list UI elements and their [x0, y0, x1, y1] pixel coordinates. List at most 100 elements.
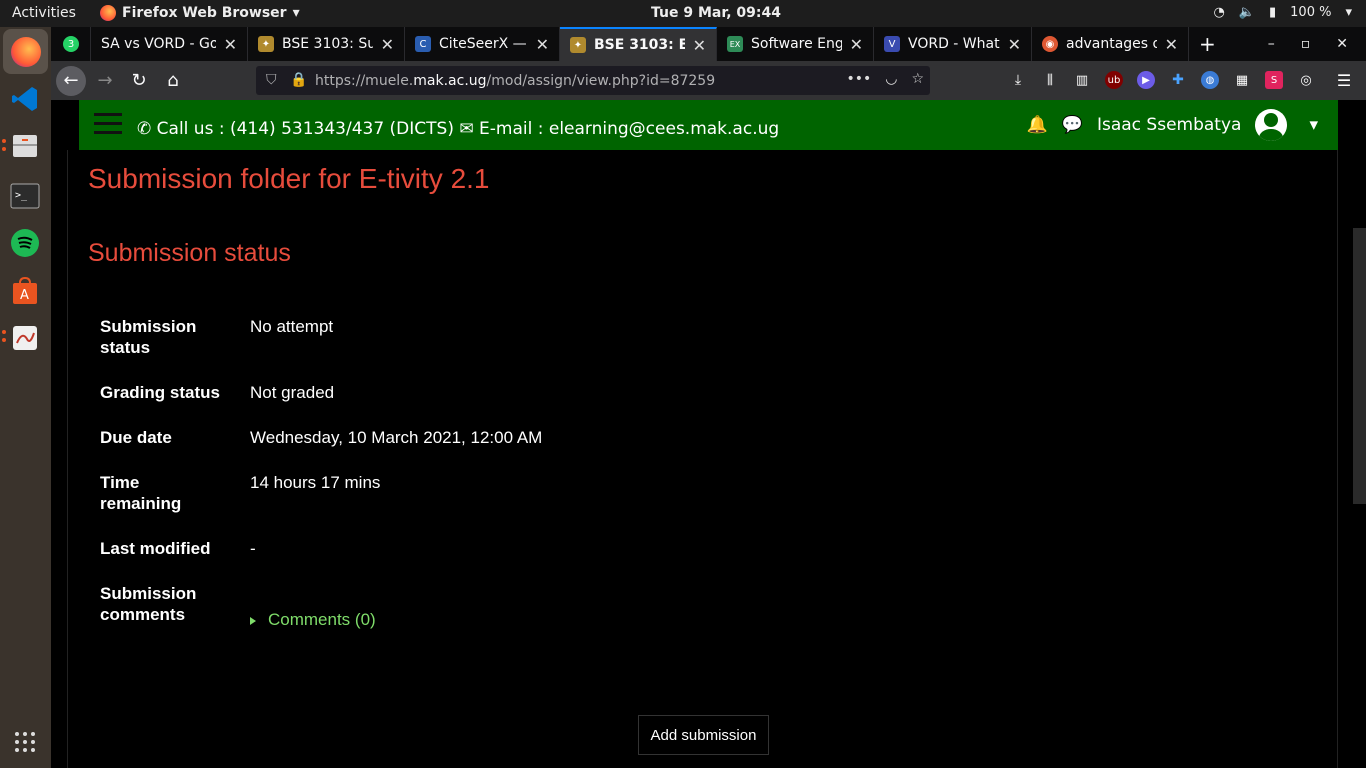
phone-label: Call us : (414) 531343/437 (DICTS): [156, 119, 454, 139]
zoom-extension-icon[interactable]: ▶: [1137, 71, 1155, 89]
firefox-icon: [100, 5, 116, 21]
close-icon[interactable]: ✕: [381, 35, 394, 54]
tab-strip: 3 SA vs VORD - Goo ✕ ✦ BSE 3103: Subm ✕ …: [51, 27, 1366, 61]
dock-terminal[interactable]: >_: [6, 177, 44, 215]
tab-title: advantages of: [1066, 36, 1157, 52]
hamburger-menu-button[interactable]: [94, 113, 122, 140]
tracking-shield-icon[interactable]: ⛉: [266, 72, 277, 88]
tab-title: VORD - What i: [908, 36, 1000, 52]
activities-button[interactable]: Activities: [12, 5, 76, 21]
tab-2[interactable]: C CiteSeerX — C ✕: [405, 27, 560, 61]
avatar[interactable]: [1255, 109, 1288, 141]
close-icon[interactable]: ✕: [1165, 35, 1178, 54]
terminal-icon: >_: [10, 183, 40, 209]
vord-site-icon: Ⅴ: [884, 36, 900, 52]
close-icon[interactable]: ✕: [536, 35, 549, 54]
forward-button[interactable]: →: [90, 66, 120, 96]
close-icon[interactable]: ✕: [224, 35, 237, 54]
window-controls: – ▫ ✕: [1268, 27, 1366, 61]
system-top-bar: Activities Firefox Web Browser ▾ Tue 9 M…: [0, 0, 1366, 27]
tab-3[interactable]: ✦ BSE 3103: E-ti ✕: [560, 27, 717, 61]
url-bar-actions: ••• ◡ ☆: [846, 71, 924, 87]
examples-site-icon: EX: [727, 36, 743, 52]
minimize-button[interactable]: –: [1268, 36, 1275, 52]
download-icon[interactable]: ⤓: [1009, 71, 1027, 89]
comments-link[interactable]: Comments (0): [250, 609, 750, 630]
close-icon[interactable]: ✕: [693, 36, 706, 55]
show-applications-button[interactable]: [6, 723, 44, 761]
system-tray[interactable]: ◔ 🔈 ▮ 100 % ▾: [1213, 5, 1352, 20]
sidebar-icon[interactable]: ▥: [1073, 71, 1091, 89]
menu-icon[interactable]: ☰: [1335, 71, 1353, 90]
tab-4[interactable]: EX Software Engin ✕: [717, 27, 874, 61]
add-submission-button[interactable]: Add submission: [638, 715, 769, 755]
email-label[interactable]: E-mail : elearning@cees.mak.ac.ug: [479, 119, 779, 139]
new-tab-button[interactable]: +: [1189, 27, 1229, 61]
tab-title: Software Engin: [751, 36, 842, 52]
user-name[interactable]: Isaac Ssembatya: [1097, 115, 1241, 135]
dock-vscode[interactable]: [6, 80, 44, 118]
page-title: Submission folder for E-tivity 2.1: [88, 163, 490, 194]
close-icon[interactable]: ✕: [850, 35, 863, 54]
lock-icon[interactable]: 🔒: [290, 72, 307, 88]
close-icon[interactable]: ✕: [1008, 35, 1021, 54]
row-label: Submission comments: [100, 584, 197, 624]
tab-6[interactable]: ◉ advantages of ✕: [1032, 27, 1189, 61]
bookmark-star-icon[interactable]: ☆: [911, 71, 924, 87]
row-label: Submission status: [100, 317, 197, 357]
main-content: Submission folder for E-tivity 2.1 Submi…: [67, 150, 1338, 768]
app-menu[interactable]: Firefox Web Browser ▾: [100, 5, 300, 21]
s-extension-icon[interactable]: S: [1265, 71, 1283, 89]
ublock-icon[interactable]: ub: [1105, 71, 1123, 89]
citeseerx-icon: C: [415, 36, 431, 52]
home-button[interactable]: ⌂: [158, 66, 188, 96]
tab-title: BSE 3103: E-ti: [594, 37, 685, 53]
row-label: Due date: [100, 428, 172, 447]
private-mask-icon[interactable]: ◎: [1297, 71, 1315, 89]
arrow-right-icon: →: [97, 70, 113, 91]
extension-puzzle-icon[interactable]: ✚: [1169, 71, 1187, 89]
toolbar-extensions: ⤓ ⫼ ▥ ub ▶ ✚ ◍ ▦ S ◎ ☰: [1009, 71, 1353, 90]
translate-icon[interactable]: ◍: [1201, 71, 1219, 89]
row-value: Not graded: [250, 383, 335, 402]
more-actions-icon[interactable]: •••: [846, 71, 871, 87]
dock-document-viewer[interactable]: [6, 319, 44, 357]
url-bar[interactable]: ⛉ 🔒 https://muele.mak.ac.ug/mod/assign/v…: [256, 66, 930, 95]
row-label: Last modified: [100, 539, 211, 558]
caret-down-icon[interactable]: ▾: [1309, 115, 1318, 135]
wifi-icon: ◔: [1213, 5, 1225, 20]
svg-text:>_: >_: [15, 190, 28, 201]
maximize-button[interactable]: ▫: [1301, 36, 1311, 52]
tab-1[interactable]: ✦ BSE 3103: Subm ✕: [248, 27, 405, 61]
chat-icon[interactable]: 💬: [1062, 115, 1083, 135]
close-window-button[interactable]: ✕: [1336, 36, 1348, 52]
bell-icon[interactable]: 🔔: [1027, 115, 1048, 135]
dock-firefox[interactable]: [3, 29, 48, 74]
vscode-icon: [12, 87, 37, 111]
reload-button[interactable]: ↻: [124, 66, 154, 96]
pocket-icon[interactable]: ◡: [885, 71, 897, 87]
dock-files[interactable]: [6, 127, 44, 165]
app-menu-label: Firefox Web Browser: [122, 5, 287, 21]
reload-icon: ↻: [131, 70, 147, 91]
back-button[interactable]: ←: [56, 65, 86, 96]
tab-0[interactable]: SA vs VORD - Goo ✕: [91, 27, 248, 61]
page-scrollbar[interactable]: [1353, 228, 1366, 504]
row-value: -: [250, 539, 256, 558]
duckduckgo-icon: ◉: [1042, 36, 1058, 52]
library-icon[interactable]: ⫼: [1041, 71, 1059, 89]
tab-title: BSE 3103: Subm: [282, 36, 373, 52]
volume-icon: 🔈: [1238, 5, 1255, 20]
dock-spotify[interactable]: [6, 224, 44, 262]
grid-extension-icon[interactable]: ▦: [1233, 71, 1251, 89]
dock-software-center[interactable]: A: [6, 272, 44, 310]
software-center-icon: A: [13, 276, 37, 304]
row-label: Time remaining: [100, 473, 182, 513]
tab-pinned-whatsapp[interactable]: 3: [51, 27, 91, 61]
row-label: Grading status: [100, 383, 220, 402]
clock[interactable]: Tue 9 Mar, 09:44: [651, 5, 781, 21]
whatsapp-icon: 3: [63, 36, 79, 52]
tab-5[interactable]: Ⅴ VORD - What i ✕: [874, 27, 1032, 61]
url-text[interactable]: https://muele.mak.ac.ug/mod/assign/view.…: [315, 73, 715, 89]
moodle-icon: ✦: [570, 37, 586, 53]
